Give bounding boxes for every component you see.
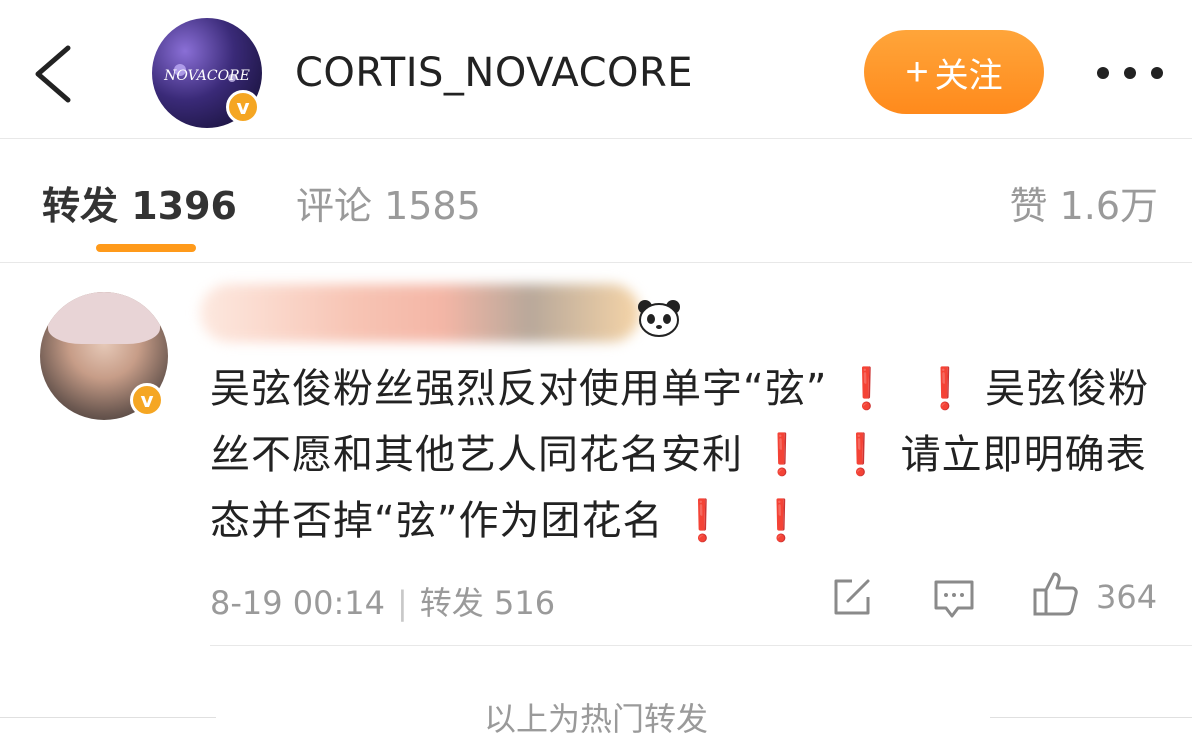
post-divider bbox=[210, 645, 1192, 646]
follow-label: 关注 bbox=[934, 56, 1003, 95]
hot-reposts-footer: 以上为热门转发 bbox=[483, 700, 708, 738]
exclamation-icon: ❗ bbox=[757, 432, 808, 478]
tab-comment[interactable]: 评论 1585 bbox=[296, 175, 481, 230]
post-repost-count[interactable]: 转发 516 bbox=[420, 584, 555, 622]
comment-icon[interactable] bbox=[932, 576, 976, 620]
tab-like[interactable]: 赞 1.6万 bbox=[1009, 175, 1158, 230]
avatar-hair bbox=[48, 292, 160, 344]
post-meta: 8-19 00:14 | 转发 516 bbox=[210, 578, 555, 624]
verified-badge: v bbox=[226, 90, 260, 124]
tabs-divider bbox=[0, 262, 1192, 263]
share-edit-icon[interactable] bbox=[830, 575, 874, 619]
follow-button[interactable]: + 关注 bbox=[864, 30, 1044, 114]
user-verified-badge: v bbox=[130, 383, 164, 417]
svg-text:NOVACORE: NOVACORE bbox=[163, 68, 250, 84]
panda-emoji-icon bbox=[638, 300, 680, 337]
blurred-username[interactable] bbox=[200, 284, 640, 342]
post-line-1: 吴弦俊粉丝强烈反对使用单字“弦” bbox=[210, 366, 828, 412]
exclamation-icon: ❗ bbox=[920, 366, 972, 412]
page-username[interactable]: CORTIS_NOVACORE bbox=[295, 50, 693, 96]
exclamation-icon: ❗ bbox=[841, 366, 893, 412]
meta-separator: | bbox=[397, 584, 408, 622]
avatar-logo-icon: NOVACORE bbox=[163, 64, 250, 84]
header-divider bbox=[0, 138, 1192, 139]
post-timestamp: 8-19 00:14 bbox=[210, 584, 386, 622]
plus-icon: + bbox=[905, 50, 929, 94]
thumbs-up-icon[interactable] bbox=[1032, 570, 1080, 618]
exclamation-icon: ❗ bbox=[835, 432, 887, 478]
more-dots-icon[interactable] bbox=[1096, 66, 1164, 80]
like-count: 364 bbox=[1096, 578, 1158, 616]
tab-repost[interactable]: 转发 1396 bbox=[42, 175, 237, 230]
active-tab-indicator bbox=[96, 244, 196, 252]
exclamation-icon: ❗ bbox=[756, 498, 808, 544]
post-text: 吴弦俊粉丝强烈反对使用单字“弦” ❗ ❗ 吴弦俊粉丝不愿和其他艺人同花名安利 ❗ ❗ 请立即… bbox=[210, 356, 1160, 554]
exclamation-icon: ❗ bbox=[677, 498, 729, 544]
back-chevron-icon[interactable] bbox=[30, 44, 80, 104]
